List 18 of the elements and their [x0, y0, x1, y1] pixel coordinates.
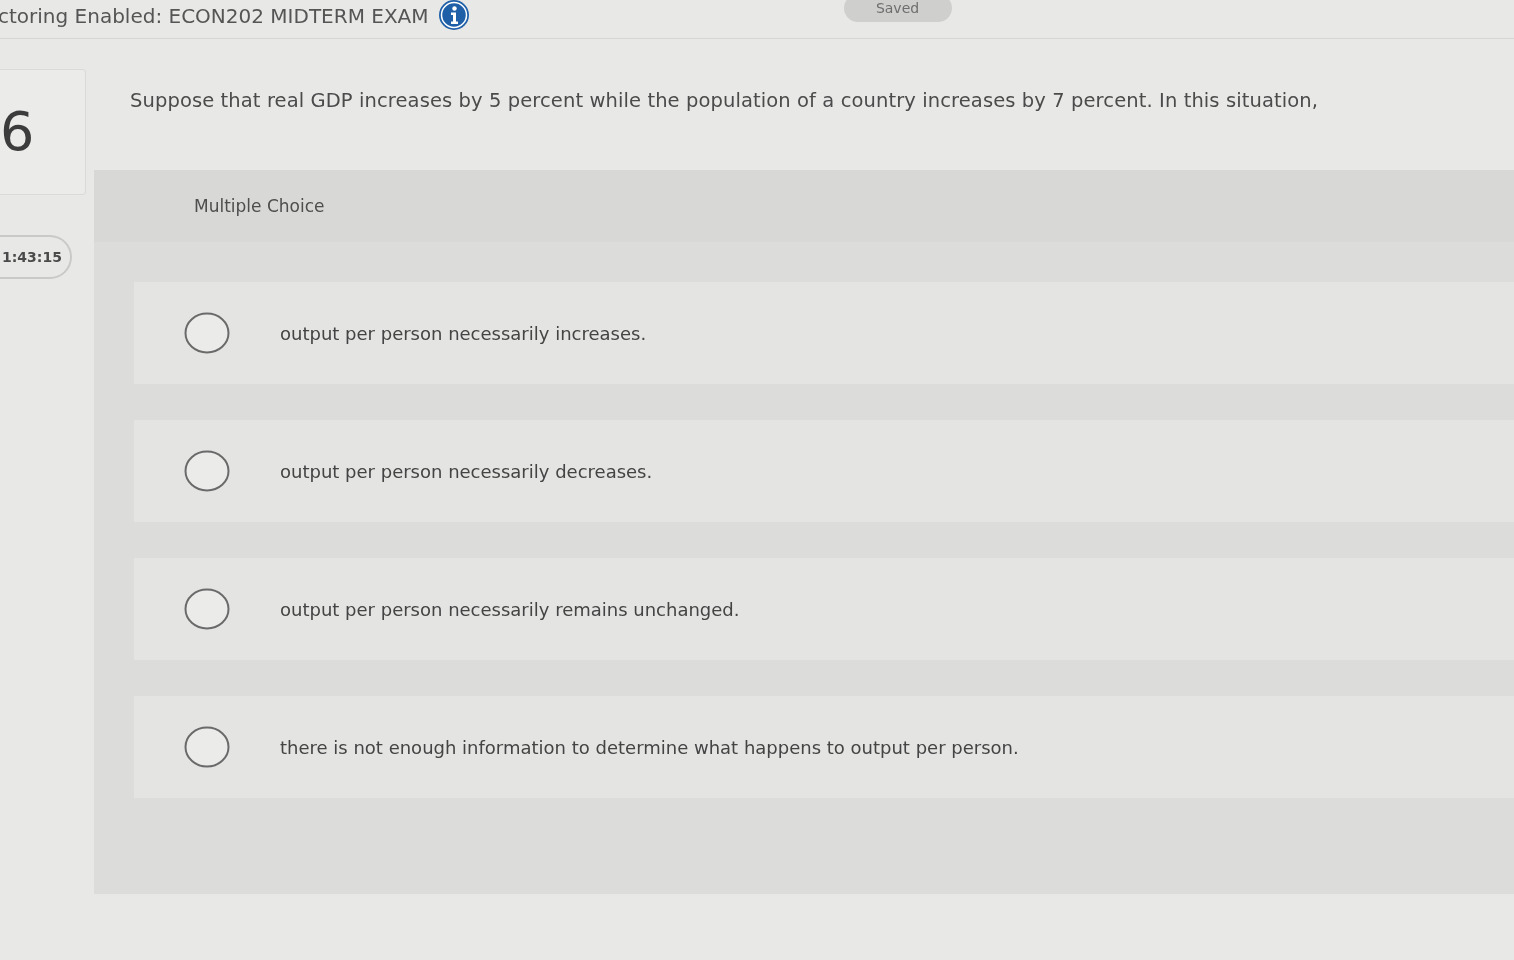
answer-option[interactable]: there is not enough information to determine what happens to output per person.	[134, 696, 1514, 798]
option-text: there is not enough information to determine what happens to output per person.	[280, 736, 1019, 758]
question-number: 6	[0, 105, 35, 159]
radio-unselected[interactable]	[184, 312, 230, 354]
radio-unselected[interactable]	[184, 450, 230, 492]
option-text: output per person necessarily decreases.	[280, 460, 653, 482]
answer-option[interactable]: output per person necessarily remains unchanged.	[134, 558, 1514, 660]
option-text: output per person necessarily remains unchanged.	[280, 598, 740, 620]
radio-unselected[interactable]	[184, 726, 230, 768]
question-type-label: Multiple Choice	[194, 196, 325, 216]
timer: 1:43:15	[0, 235, 72, 279]
question-prompt: Suppose that real GDP increases by 5 percent while the population of a country increases by 7 percent. In this situation,	[130, 89, 1319, 112]
info-icon[interactable]	[438, 0, 469, 30]
answer-option[interactable]: output per person necessarily increases.	[134, 282, 1514, 384]
answer-option[interactable]: output per person necessarily decreases.	[134, 420, 1514, 522]
save-status: Saved	[843, 0, 952, 22]
option-text: output per person necessarily increases.	[280, 322, 647, 344]
radio-unselected[interactable]	[184, 588, 230, 630]
